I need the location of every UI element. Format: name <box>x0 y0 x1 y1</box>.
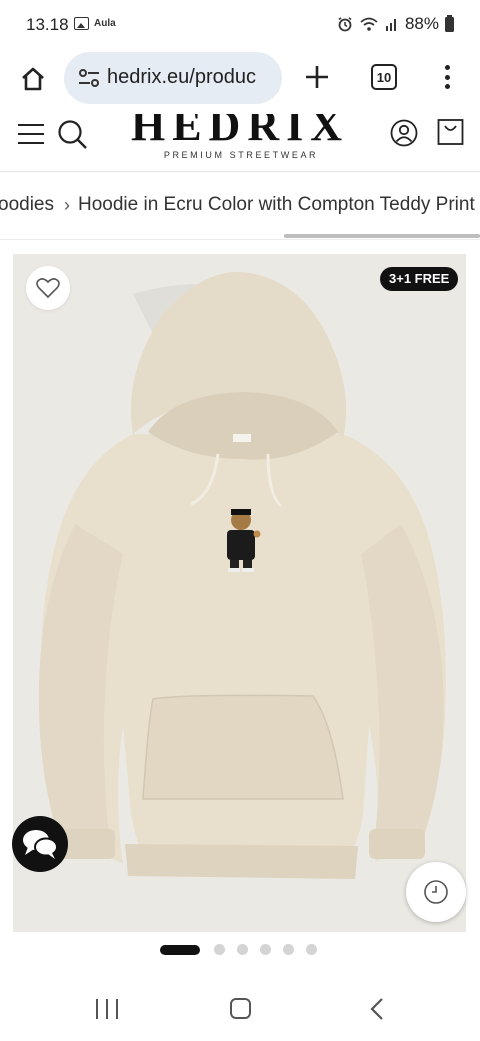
home-button[interactable] <box>16 62 50 96</box>
alarm-icon <box>338 17 352 32</box>
wifi-icon <box>360 17 378 31</box>
battery-icon <box>445 14 454 32</box>
menu-dot-icon <box>444 74 450 80</box>
site-tagline: PREMIUM STREETWEAR <box>163 150 319 160</box>
chat-button[interactable] <box>12 816 68 872</box>
back-icon[interactable] <box>368 997 388 1021</box>
gallery-dot[interactable] <box>237 944 248 955</box>
gallery-dot[interactable] <box>214 944 225 955</box>
status-indicators: 88% <box>337 14 454 34</box>
tab-count: 10 <box>376 69 392 85</box>
menu-dot-icon <box>444 65 450 70</box>
system-home-button[interactable] <box>230 998 251 1019</box>
product-image-gallery[interactable]: 3+1 FREE <box>13 254 466 932</box>
shopping-bag-icon[interactable] <box>437 118 464 146</box>
breadcrumb-bar: oodies › Hoodie in Ecru Color with Compt… <box>0 172 480 240</box>
battery-percent: 88% <box>404 14 439 33</box>
gallery-dot[interactable] <box>283 944 294 955</box>
chat-bubbles-icon <box>23 830 58 859</box>
url-text[interactable]: hedrix.eu/produc <box>107 66 277 89</box>
browser-toolbar: hedrix.eu/produc 10 <box>0 48 480 114</box>
address-bar[interactable]: hedrix.eu/produc <box>64 52 282 104</box>
gallery-dot-active[interactable] <box>160 944 200 955</box>
breadcrumb: oodies › Hoodie in Ecru Color with Compt… <box>0 194 475 216</box>
breadcrumb-link-hoodies[interactable]: oodies <box>0 194 54 216</box>
account-icon[interactable] <box>390 119 418 147</box>
product-image-hoodie <box>38 271 446 879</box>
gallery-dot[interactable] <box>260 944 271 955</box>
photo-notification-icon <box>74 17 89 30</box>
heart-icon <box>36 278 60 299</box>
clock-icon <box>424 880 448 904</box>
system-navigation-bar <box>0 985 480 1041</box>
gallery-dot[interactable] <box>306 944 317 955</box>
browser-menu-button[interactable] <box>438 62 456 92</box>
menu-dot-icon <box>444 84 450 89</box>
recently-viewed-button[interactable] <box>406 862 466 922</box>
site-settings-icon[interactable] <box>78 68 100 88</box>
promo-badge: 3+1 FREE <box>380 267 459 291</box>
tab-switcher-button[interactable]: 10 <box>371 64 397 90</box>
status-time: 13.18 <box>26 15 69 34</box>
recent-apps-button[interactable] <box>96 999 118 1019</box>
status-bar: 13.18 Aula 88% <box>0 0 480 48</box>
chevron-right-icon: › <box>64 194 70 215</box>
site-header: HEDRIX PREMIUM STREETWEAR <box>0 114 480 172</box>
gallery-pagination <box>160 944 317 955</box>
new-tab-button[interactable] <box>300 60 334 94</box>
plus-icon <box>306 66 328 88</box>
wishlist-button[interactable] <box>26 266 70 310</box>
home-icon <box>22 67 44 91</box>
breadcrumb-scrollbar[interactable] <box>284 234 480 238</box>
signal-icon <box>385 19 396 31</box>
breadcrumb-current: Hoodie in Ecru Color with Compton Teddy … <box>78 194 475 215</box>
status-app-label: Aula <box>94 18 116 29</box>
